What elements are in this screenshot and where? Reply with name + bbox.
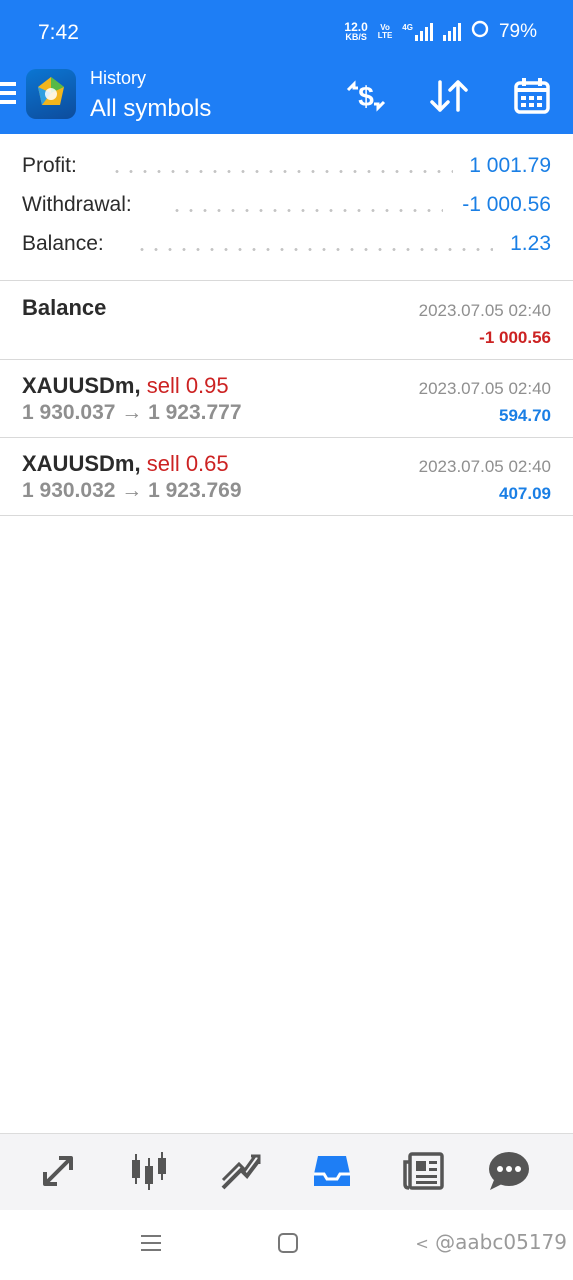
deal-date: 2023.07.05 02:40 — [418, 301, 551, 320]
home-icon[interactable] — [277, 1232, 299, 1259]
battery-icon — [471, 20, 489, 43]
summary-value: -1 000.56 — [456, 193, 551, 217]
sort-icon[interactable] — [427, 74, 471, 118]
metatrader-logo — [26, 69, 76, 119]
app-bar: History All symbols $ — [0, 62, 573, 134]
deal-row[interactable]: XAUUSDm, sell 0.65 1 930.032 → 1 923.769… — [0, 439, 573, 517]
trade-icon[interactable] — [216, 1148, 266, 1194]
signal-4g-icon: 4G — [402, 22, 433, 41]
summary-row-balance: Balance: 1.23 — [0, 224, 573, 263]
clock: 7:42 — [38, 21, 79, 44]
divider — [0, 280, 573, 281]
chat-icon[interactable] — [484, 1148, 534, 1194]
divider — [0, 437, 573, 438]
summary-label: Profit: — [22, 154, 83, 178]
divider — [0, 359, 573, 360]
deal-symbol: XAUUSDm, sell 0.65 — [22, 451, 229, 476]
history-summary: Profit: 1 001.79 Withdrawal: -1 000.56 B… — [0, 146, 573, 263]
deal-profit: 407.09 — [499, 484, 551, 503]
summary-value: 1.23 — [504, 232, 551, 256]
network-type: 4G — [402, 22, 413, 32]
deal-prices: 1 930.032 → 1 923.769 — [22, 479, 242, 502]
svg-text:$: $ — [358, 81, 374, 112]
signal-icon — [442, 22, 461, 41]
network-speed-unit: KB/S — [345, 31, 367, 42]
deal-prices: 1 930.037 → 1 923.777 — [22, 401, 242, 424]
deal-row[interactable]: XAUUSDm, sell 0.95 1 930.037 → 1 923.777… — [0, 361, 573, 439]
summary-value: 1 001.79 — [463, 154, 551, 178]
divider — [0, 515, 573, 516]
battery-level: 79% — [498, 20, 537, 42]
system-nav-bar: < @aabc05179 — [0, 1210, 573, 1280]
deal-date: 2023.07.05 02:40 — [418, 457, 551, 476]
deal-profit: -1 000.56 — [479, 328, 551, 347]
deal-type: sell 0.95 — [146, 373, 229, 398]
summary-row-withdrawal: Withdrawal: -1 000.56 — [0, 185, 573, 224]
deal-date: 2023.07.05 02:40 — [418, 379, 551, 398]
quotes-icon[interactable] — [33, 1148, 83, 1194]
menu-icon[interactable] — [0, 82, 18, 110]
deal-symbol: Balance — [22, 295, 107, 320]
summary-label: Balance: — [22, 232, 110, 256]
chart-candles-icon[interactable] — [124, 1148, 174, 1194]
calendar-icon[interactable] — [510, 74, 554, 118]
deal-profit: 594.70 — [499, 406, 551, 425]
status-bar: 7:42 12.0 KB/S Vo LTE 4G 79% — [0, 0, 573, 62]
volte-indicator: Vo LTE — [377, 23, 393, 40]
symbol-filter[interactable]: All symbols — [90, 95, 211, 123]
history-inbox-icon[interactable] — [307, 1148, 357, 1194]
summary-label: Withdrawal: — [22, 193, 138, 217]
recents-icon[interactable] — [140, 1232, 162, 1259]
back-icon[interactable]: < — [415, 1234, 428, 1253]
news-icon[interactable] — [399, 1148, 449, 1194]
page-title: History — [90, 68, 147, 88]
bottom-nav — [0, 1133, 573, 1210]
watermark-text: @aabc05179 — [435, 1230, 567, 1254]
volte-bottom: LTE — [377, 30, 393, 40]
deal-row-balance[interactable]: Balance 2023.07.05 02:40 -1 000.56 — [0, 283, 573, 361]
currency-exchange-icon[interactable]: $ — [344, 74, 388, 118]
deal-type: sell 0.65 — [146, 451, 229, 476]
summary-row-profit: Profit: 1 001.79 — [0, 146, 573, 185]
network-speed-value: 12.0 — [344, 19, 368, 34]
watermark: < @aabc05179 — [415, 1230, 567, 1254]
network-speed: 12.0 KB/S — [344, 19, 368, 42]
deal-symbol: XAUUSDm, sell 0.95 — [22, 373, 229, 398]
status-icons: 12.0 KB/S Vo LTE 4G 79% — [344, 20, 537, 43]
